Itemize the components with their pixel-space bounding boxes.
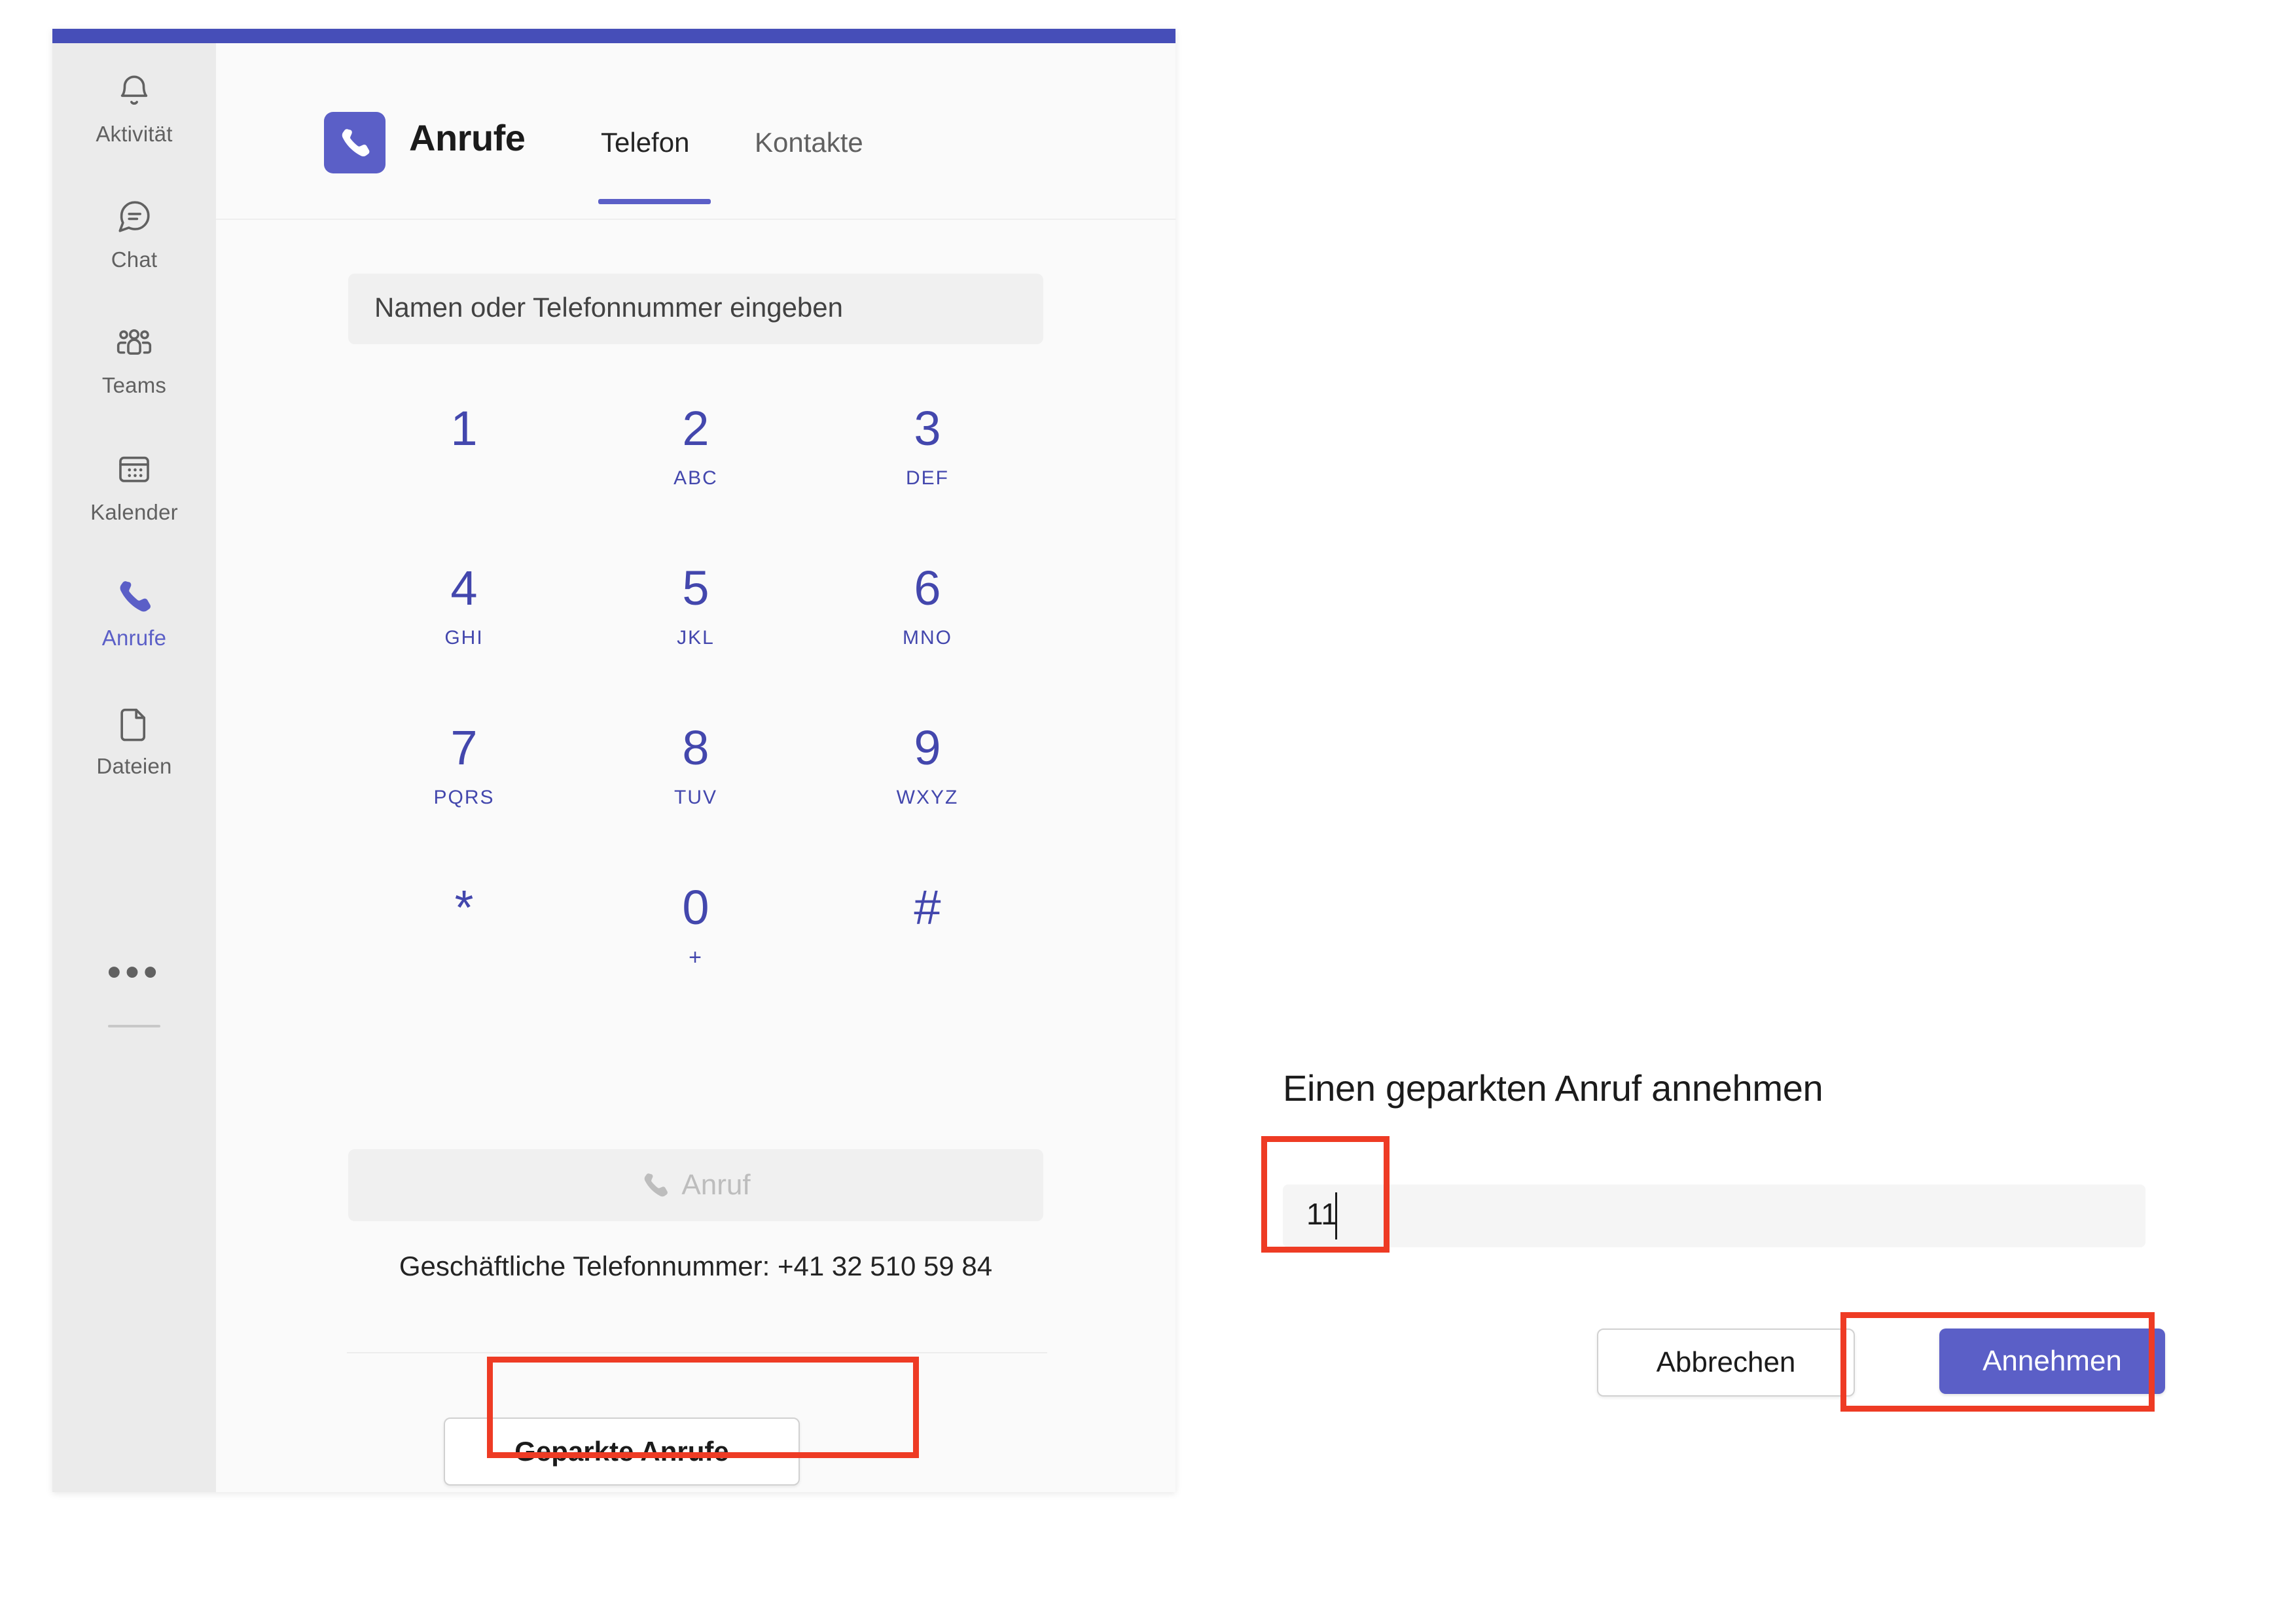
dialpad-key-letters: ABC [673,467,718,489]
dialpad-key-hash[interactable]: # [812,863,1043,1022]
sidebar-item-chat[interactable]: Chat [52,188,216,272]
dialpad-key-number: 9 [914,721,941,775]
dialpad-key-number: 5 [682,561,709,615]
dialpad-key-letters: GHI [444,627,484,649]
business-phone-number: Geschäftliche Telefonnummer: +41 32 510 … [399,1251,993,1281]
calendar-icon [52,441,216,497]
cancel-button-label: Abbrechen [1656,1346,1796,1378]
cancel-button[interactable]: Abbrechen [1597,1329,1855,1397]
dialpad-key-letters: PQRS [433,787,495,808]
parked-calls-button[interactable]: Geparkte Anrufe [444,1418,800,1486]
sidebar-item-kalender[interactable]: Kalender [52,441,216,525]
dialpad-key-1[interactable]: 1 [348,383,580,543]
sidebar-more-button[interactable]: ••• [52,950,216,995]
dialpad-key-9[interactable]: 9 WXYZ [812,703,1043,863]
sidebar-item-label: Teams [101,373,167,397]
content-divider [347,1352,1047,1353]
calls-app-logo [324,112,386,173]
call-button-label: Anruf [681,1169,751,1201]
sidebar-item-anrufe[interactable]: Anrufe [52,567,216,651]
dialpad-key-number: * [454,880,474,935]
dialpad-key-number: # [914,880,941,935]
dialpad-key-letters: MNO [903,627,952,649]
dialpad-row: 7 PQRS 8 TUV 9 WXYZ [348,703,1043,863]
tab-kontakte[interactable]: Kontakte [755,127,863,165]
accept-button-label: Annehmen [1982,1345,2122,1377]
window-accent-bar [52,29,1175,43]
pickup-code-value: 11 [1306,1197,1338,1231]
dialpad-key-0[interactable]: 0 + [580,863,812,1022]
chat-bubble-icon [52,188,216,245]
accept-button[interactable]: Annehmen [1939,1329,2165,1394]
sidebar-item-dateien[interactable]: Dateien [52,695,216,779]
dialpad-key-letters: + [689,945,703,970]
bell-icon [52,63,216,119]
sidebar-item-label: Aktivität [96,122,173,146]
pickup-parked-call-dialog: Einen geparkten Anruf annehmen 11 Abbrec… [1283,1067,2199,1414]
dialpad-key-letters: DEF [906,467,949,489]
dialpad-key-number: 4 [450,561,478,615]
calls-header: Anrufe Telefon Kontakte [216,43,1175,220]
pickup-dialog-title: Einen geparkten Anruf annehmen [1283,1067,1823,1109]
sidebar-item-label: Dateien [96,754,172,778]
dialpad-key-number: 0 [682,880,709,935]
pickup-code-input[interactable]: 11 [1283,1185,2145,1247]
sidebar-item-aktivitaet[interactable]: Aktivität [52,63,216,147]
tab-selected-underline [598,199,711,204]
text-caret [1335,1192,1337,1240]
people-group-icon [52,314,216,370]
dialpad-key-number: 1 [450,401,478,455]
calls-content-area: Anrufe Telefon Kontakte Namen oder Telef… [216,43,1175,1492]
dialpad-key-number: 8 [682,721,709,775]
dialpad-key-5[interactable]: 5 JKL [580,543,812,703]
dialpad: 1 2 ABC 3 DEF 4 GHI 5 JKL 6 MNO 7 PQRS 8… [348,383,1043,1022]
phone-icon [641,1169,670,1202]
dialpad-key-letters: WXYZ [896,787,959,808]
tab-telefon[interactable]: Telefon [601,127,689,165]
sidebar-item-label: Kalender [90,500,178,524]
dialpad-key-8[interactable]: 8 TUV [580,703,812,863]
dialpad-key-number: 2 [682,401,709,455]
dialpad-key-2[interactable]: 2 ABC [580,383,812,543]
dialpad-row: * 0 + # [348,863,1043,1022]
phone-icon [338,124,372,162]
dialpad-row: 1 2 ABC 3 DEF [348,383,1043,543]
sidebar-divider [108,1025,160,1027]
dialpad-key-letters: JKL [677,627,715,649]
dialpad-key-7[interactable]: 7 PQRS [348,703,580,863]
dialpad-key-number: 7 [450,721,478,775]
dialpad-key-4[interactable]: 4 GHI [348,543,580,703]
parked-calls-button-label: Geparkte Anrufe [514,1436,729,1467]
dialpad-row: 4 GHI 5 JKL 6 MNO [348,543,1043,703]
dialpad-key-number: 6 [914,561,941,615]
search-input-placeholder: Namen oder Telefonnummer eingeben [374,292,844,323]
dialpad-key-star[interactable]: * [348,863,580,1022]
sidebar-item-teams[interactable]: Teams [52,314,216,398]
page-title: Anrufe [409,117,526,158]
file-icon [52,695,216,751]
sidebar-item-label: Chat [111,247,158,272]
sidebar-item-label: Anrufe [101,626,167,650]
app-rail: Aktivität Chat Teams Kalender Anrufe Dat… [52,43,216,1492]
phone-icon [52,567,216,623]
teams-window: Aktivität Chat Teams Kalender Anrufe Dat… [52,29,1175,1492]
dialpad-key-3[interactable]: 3 DEF [812,383,1043,543]
dialpad-key-letters: TUV [674,787,717,808]
dialpad-key-number: 3 [914,401,941,455]
dialpad-key-6[interactable]: 6 MNO [812,543,1043,703]
call-button[interactable]: Anruf [348,1149,1043,1221]
search-input[interactable]: Namen oder Telefonnummer eingeben [348,274,1043,344]
ellipsis-icon: ••• [107,950,162,995]
